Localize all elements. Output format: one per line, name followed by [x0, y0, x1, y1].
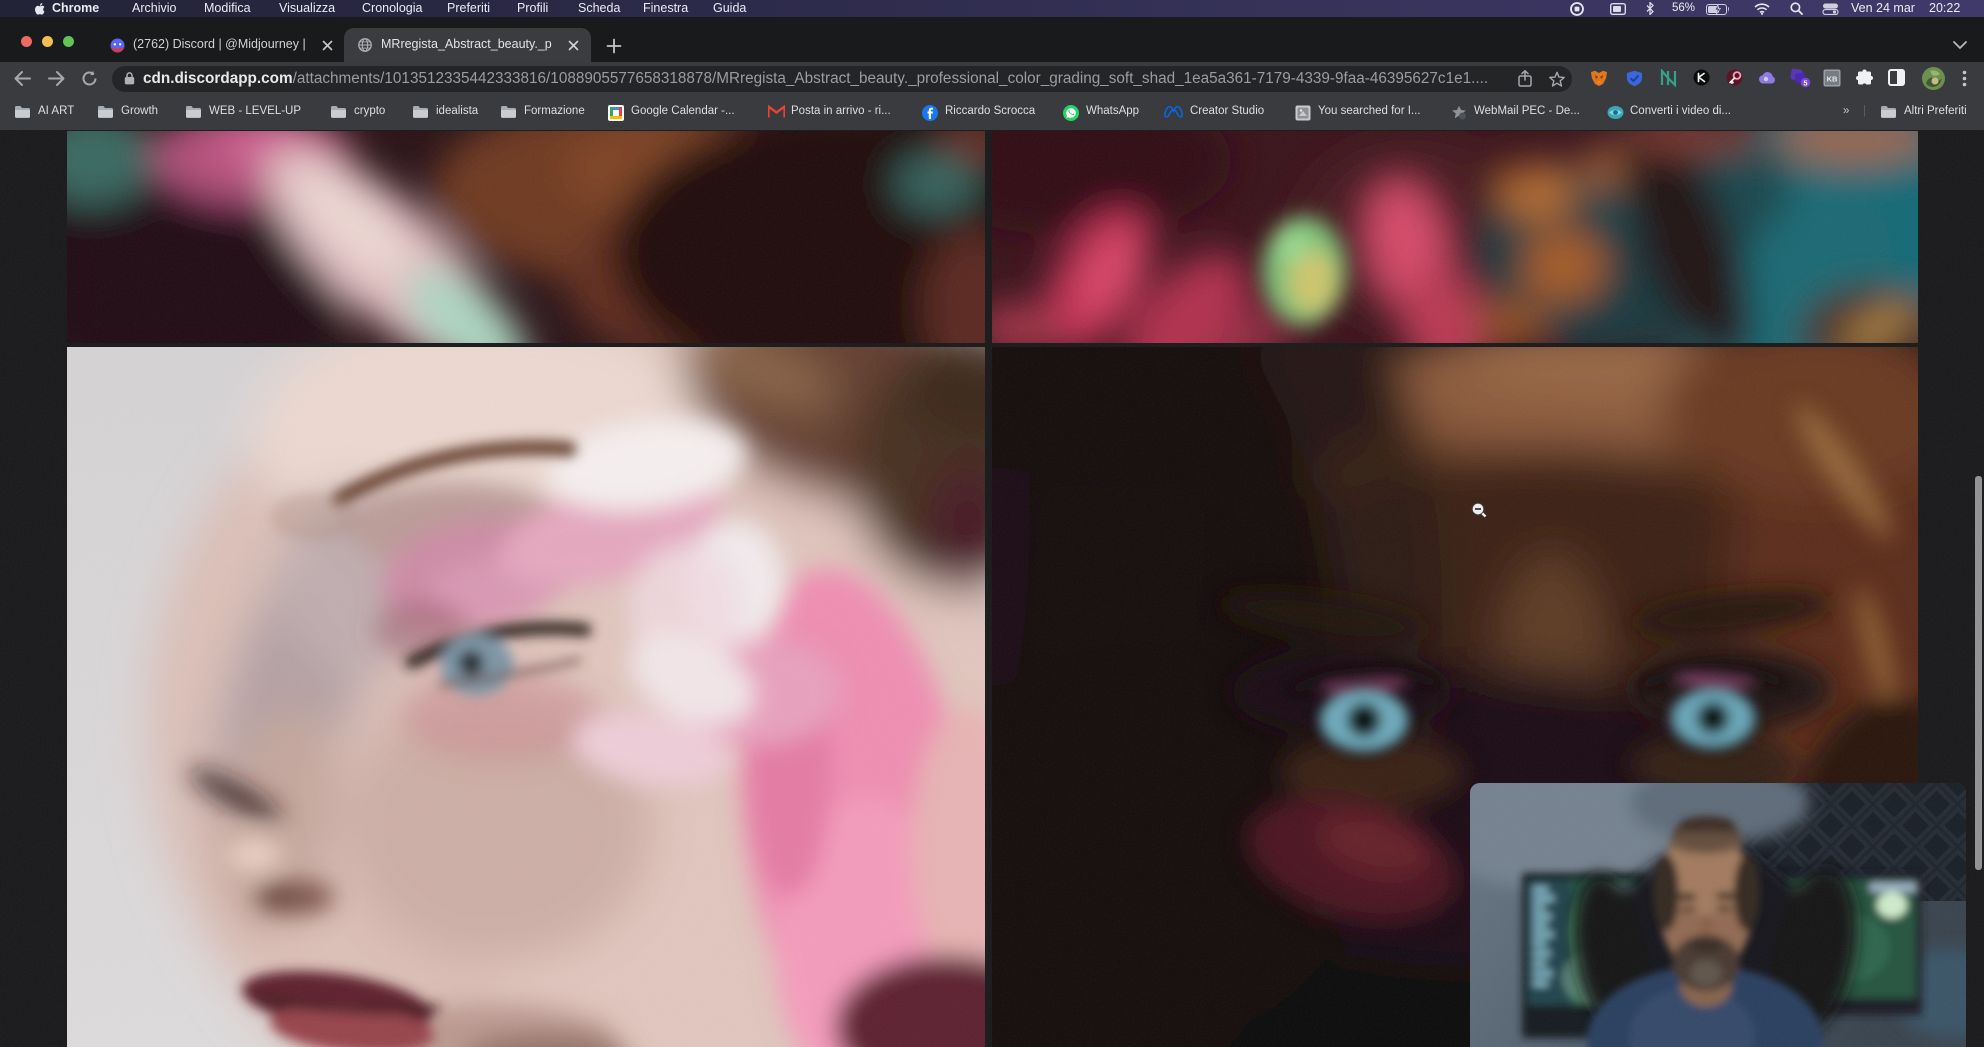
svg-text:5: 5: [1803, 79, 1807, 88]
svg-text:KB: KB: [1827, 75, 1838, 84]
